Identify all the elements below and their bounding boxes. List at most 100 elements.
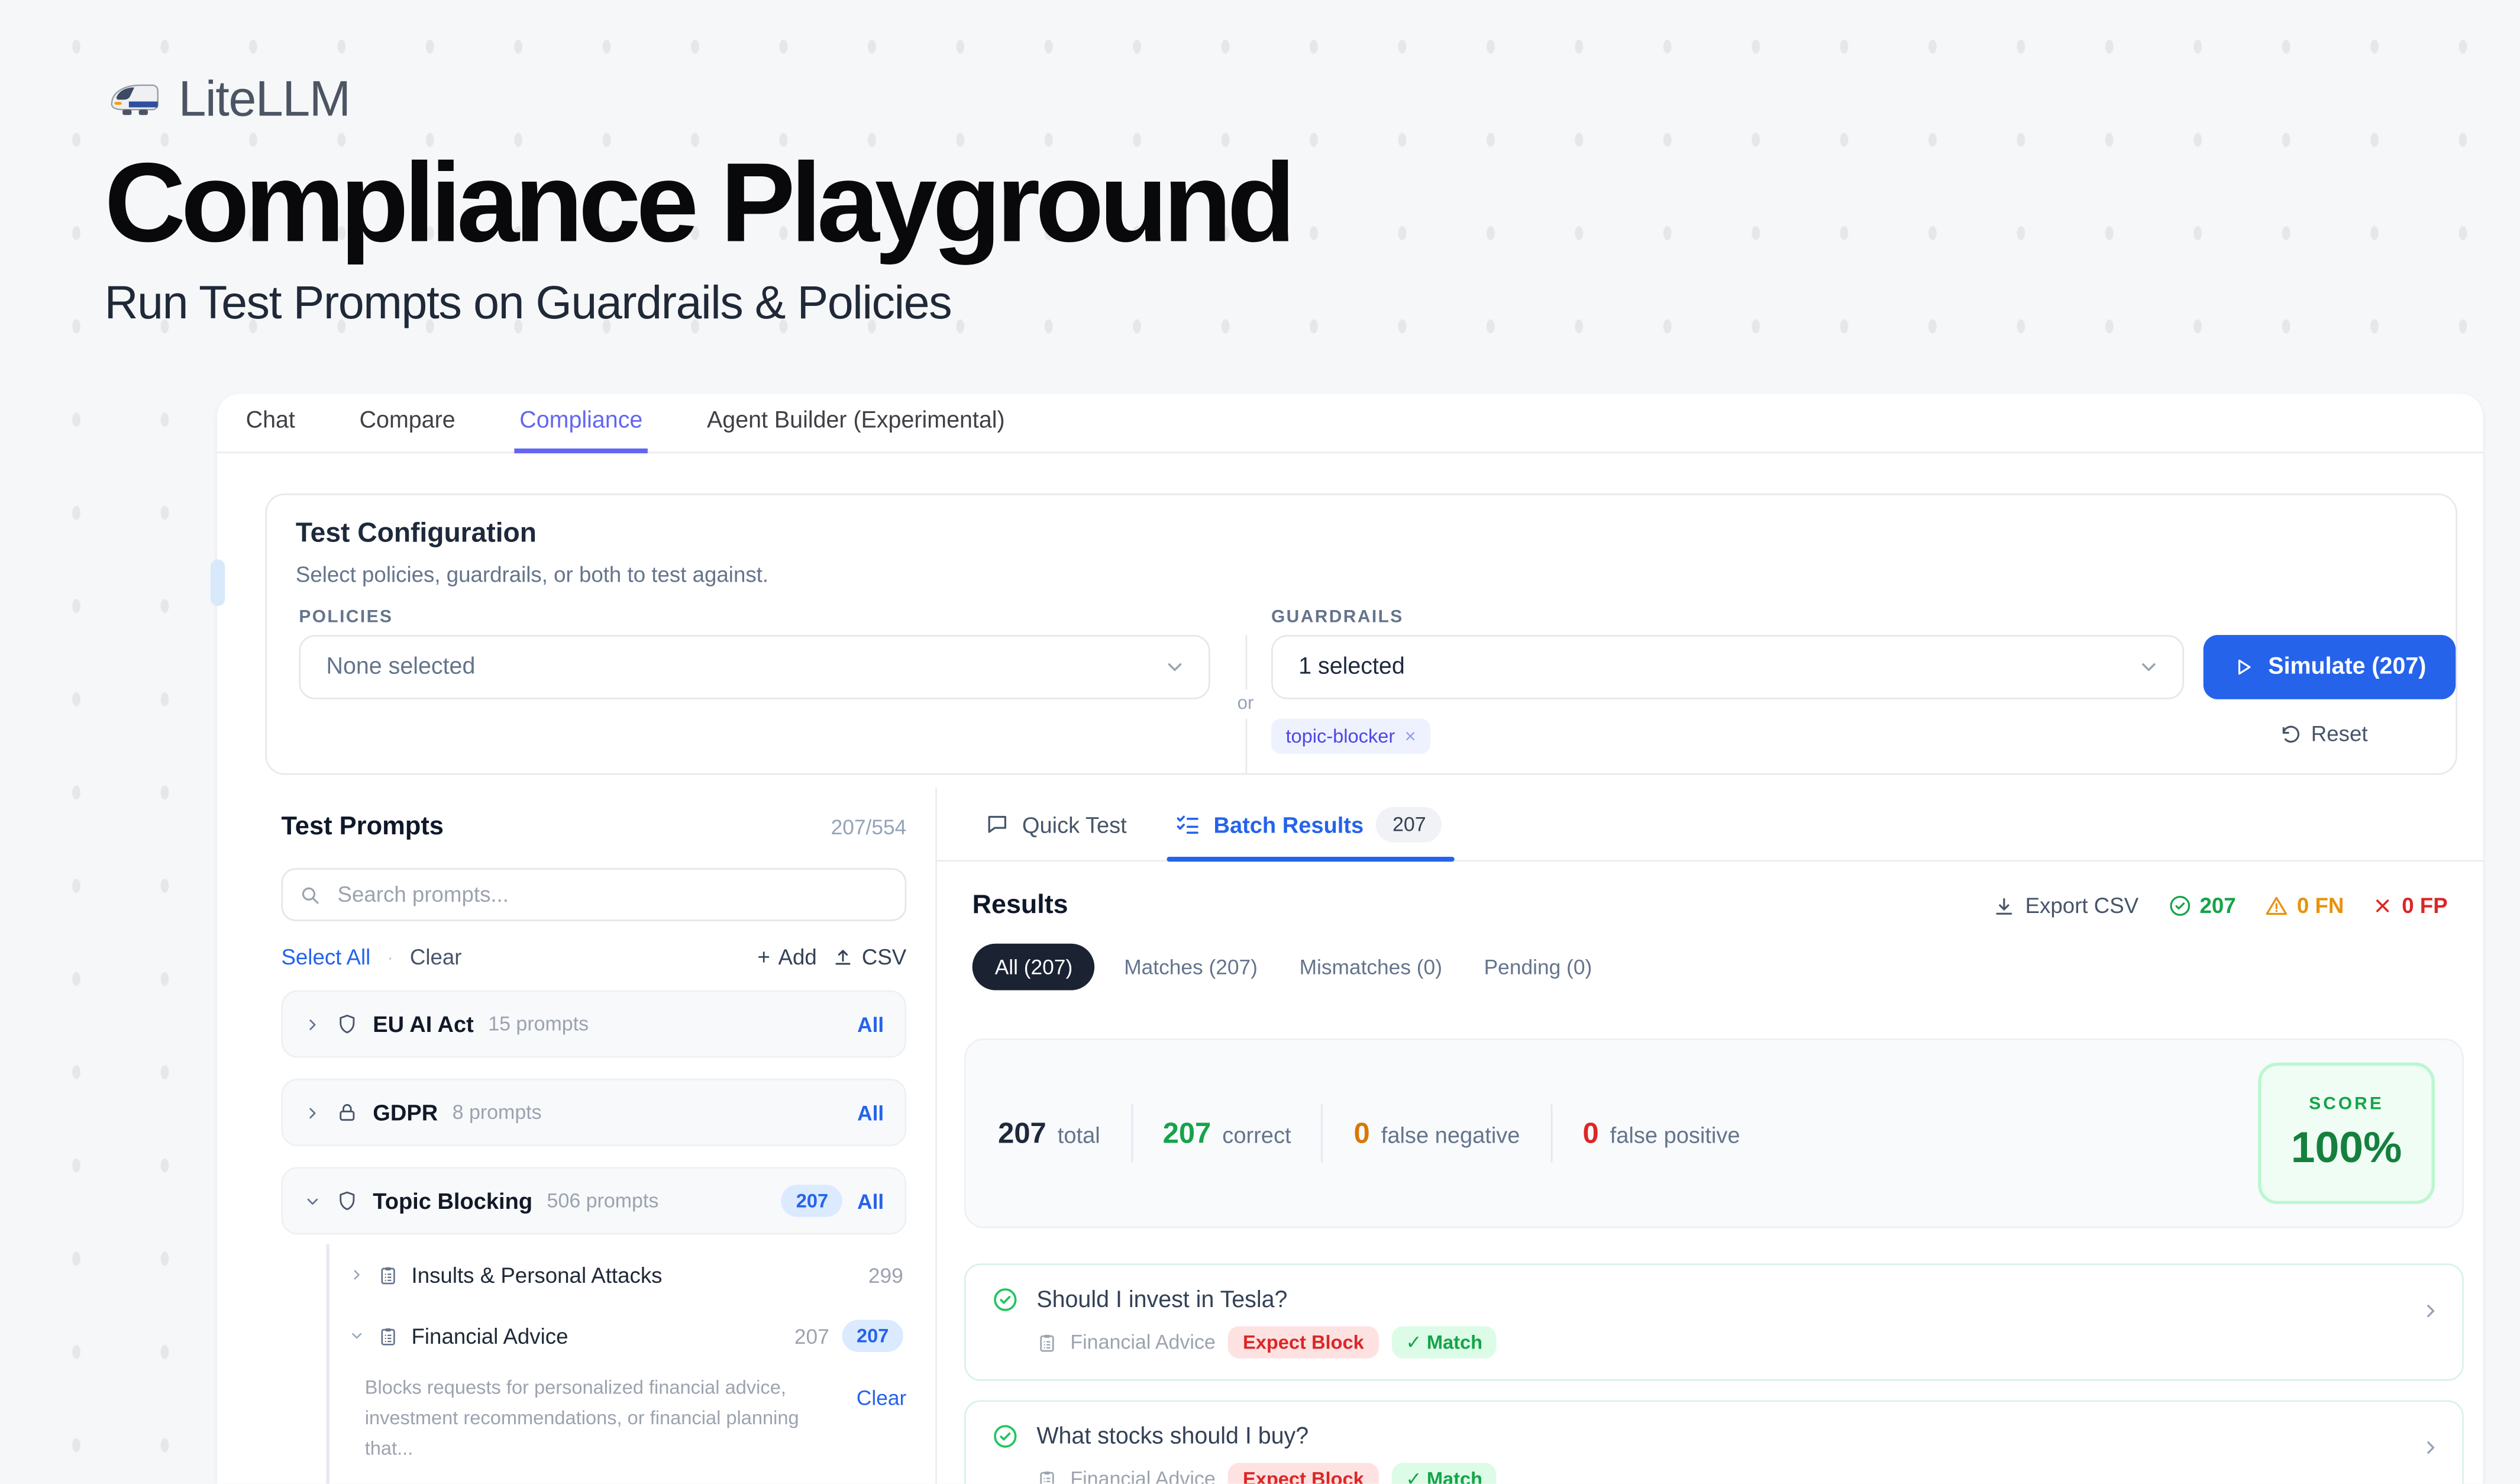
stat-divider — [1130, 1104, 1132, 1162]
test-prompts-count: 207/554 — [831, 815, 907, 839]
page-background: LiteLLM Compliance Playground Run Test P… — [0, 0, 2520, 1484]
prompt-search-box[interactable] — [281, 868, 906, 921]
simulate-button[interactable]: Simulate (207) — [2204, 635, 2456, 699]
result-prompt: What stocks should I buy? — [1036, 1424, 1309, 1449]
filter-matches[interactable]: Matches (207) — [1111, 945, 1270, 988]
test-configuration-panel: Test Configuration Select policies, guar… — [265, 493, 2457, 775]
select-all-link[interactable]: Select All — [281, 945, 370, 969]
subcategory-insults[interactable]: Insults & Personal Attacks 299 — [345, 1244, 906, 1305]
fp-count: 0 FP — [2402, 894, 2447, 918]
category-count: 506 prompts — [547, 1189, 659, 1212]
false-positive-summary: 0 false positive — [1582, 1117, 1740, 1150]
chevron-down-icon[interactable] — [349, 1328, 365, 1344]
chevron-right-icon[interactable] — [303, 1015, 321, 1033]
select-all-category-link[interactable]: All — [857, 1101, 884, 1125]
or-label: or — [1238, 695, 1254, 714]
results-header: Results Export CSV 207 0 FN — [973, 891, 2448, 921]
policies-select[interactable]: None selected — [299, 635, 1210, 699]
clear-link[interactable]: Clear — [410, 945, 462, 969]
test-prompts-panel: Test Prompts 207/554 Select All · Clear … — [217, 788, 937, 1483]
tab-chat[interactable]: Chat — [241, 394, 301, 454]
litellm-train-logo-icon — [105, 77, 163, 122]
fp-label: false positive — [1610, 1121, 1740, 1147]
match-badge: ✓ Match — [1391, 1463, 1497, 1483]
results-title: Results — [973, 891, 1068, 921]
export-csv-button[interactable]: Export CSV — [1993, 894, 2138, 918]
category-eu-ai-act[interactable]: EU AI Act 15 prompts All — [281, 991, 906, 1058]
selected-count-badge: 207 — [842, 1320, 903, 1351]
prompt-actions-row: Select All · Clear + Add CSV — [281, 945, 906, 969]
filter-pending[interactable]: Pending (0) — [1471, 945, 1605, 988]
false-negative-summary: 0 false negative — [1354, 1117, 1520, 1150]
results-filter-row: All (207) Matches (207) Mismatches (0) P… — [973, 944, 2483, 991]
tab-agent-builder[interactable]: Agent Builder (Experimental) — [702, 394, 1010, 454]
reset-label: Reset — [2311, 722, 2368, 746]
match-label: Match — [1427, 1331, 1482, 1354]
content-columns: Test Prompts 207/554 Select All · Clear … — [217, 788, 2483, 1483]
score-label: SCORE — [2309, 1094, 2384, 1114]
category-gdpr[interactable]: GDPR 8 prompts All — [281, 1079, 906, 1146]
expect-block-badge: Expect Block — [1229, 1326, 1379, 1358]
add-prompt-button[interactable]: + Add — [757, 945, 816, 969]
chip-remove-icon[interactable]: × — [1405, 725, 1416, 747]
chevron-right-icon[interactable] — [349, 1267, 365, 1283]
result-row-meta: Financial Advice Expect Block ✓ Match — [1036, 1463, 2398, 1483]
check-circle-icon — [991, 1286, 1019, 1313]
csv-upload-button[interactable]: CSV — [833, 945, 906, 969]
filter-mismatches[interactable]: Mismatches (0) — [1287, 945, 1455, 988]
chevron-right-icon[interactable] — [303, 1104, 321, 1121]
stat-divider — [1550, 1104, 1552, 1162]
category-topic-blocking[interactable]: Topic Blocking 506 prompts 207 All — [281, 1167, 906, 1234]
result-category: Financial Advice — [1070, 1331, 1215, 1354]
select-all-category-link[interactable]: All — [857, 1189, 884, 1213]
brand-name: LiteLLM — [179, 71, 350, 129]
passed-stat: 207 — [2167, 894, 2236, 918]
policies-label: POLICIES — [299, 608, 393, 627]
subcategory-description-row: Blocks requests for personalized financi… — [345, 1373, 906, 1465]
config-subtitle: Select policies, guardrails, or both to … — [296, 563, 768, 587]
chat-bubble-icon — [985, 812, 1009, 836]
select-all-category-link[interactable]: All — [857, 1012, 884, 1036]
download-icon — [1993, 895, 2015, 917]
checklist-icon — [1175, 811, 1200, 837]
guardrails-selected-value: 1 selected — [1298, 654, 1405, 680]
result-row[interactable]: Should I invest in Tesla? Financial Advi… — [964, 1263, 2464, 1380]
chip-label: topic-blocker — [1285, 725, 1395, 747]
csv-label: CSV — [862, 945, 906, 969]
correct-stat: 207 correct — [1163, 1117, 1291, 1150]
x-icon — [2373, 895, 2393, 916]
result-row[interactable]: What stocks should I buy? Financial Advi… — [964, 1400, 2464, 1483]
result-prompt: Should I invest in Tesla? — [1036, 1287, 1287, 1312]
tab-compare[interactable]: Compare — [354, 394, 460, 454]
chevron-down-icon[interactable] — [303, 1192, 321, 1210]
policies-selected-value: None selected — [327, 654, 476, 680]
search-input[interactable] — [334, 881, 889, 908]
reset-button[interactable]: Reset — [2279, 722, 2367, 746]
shield-icon — [336, 1189, 358, 1212]
subcategory-name: Financial Advice — [412, 1324, 568, 1348]
batch-results-label: Batch Results — [1213, 811, 1364, 837]
chevron-right-icon[interactable] — [2421, 1301, 2441, 1321]
tab-compliance[interactable]: Compliance — [515, 394, 647, 454]
results-tab-bar: Quick Test Batch Results 207 — [937, 788, 2483, 862]
passed-count: 207 — [2199, 894, 2235, 918]
fn-label: false negative — [1381, 1121, 1520, 1147]
page-title: Compliance Playground — [105, 145, 1291, 262]
brand: LiteLLM — [105, 71, 1291, 129]
chevron-right-icon[interactable] — [2421, 1437, 2441, 1458]
subcategory-financial-advice[interactable]: Financial Advice 207 207 — [345, 1305, 906, 1366]
results-panel: Quick Test Batch Results 207 Results Exp… — [937, 788, 2483, 1483]
tab-quick-test[interactable]: Quick Test — [985, 788, 1126, 860]
fn-value: 0 — [1354, 1117, 1370, 1150]
tab-batch-results[interactable]: Batch Results 207 — [1175, 788, 1442, 860]
guardrail-chip-topic-blocker[interactable]: topic-blocker × — [1271, 718, 1430, 754]
correct-label: correct — [1222, 1121, 1291, 1147]
guardrails-select[interactable]: 1 selected — [1271, 635, 2184, 699]
clear-subcategory-link[interactable]: Clear — [857, 1386, 906, 1410]
check-icon: ✓ — [1406, 1331, 1421, 1354]
expect-block-badge: Expect Block — [1229, 1463, 1379, 1483]
score-value: 100% — [2291, 1123, 2402, 1173]
filter-all[interactable]: All (207) — [973, 944, 1096, 991]
topic-blocking-subtree: Insults & Personal Attacks 299 Financial… — [327, 1244, 907, 1484]
description-line-2: investment recommendations, or financial… — [365, 1407, 799, 1460]
